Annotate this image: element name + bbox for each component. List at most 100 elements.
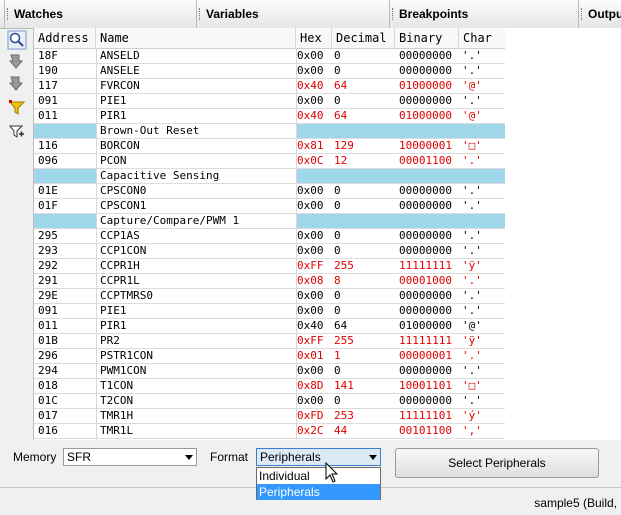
magnifier-icon[interactable] xyxy=(7,30,27,50)
table-row[interactable]: 096 PCON 0x0C 12 00001100 '.' xyxy=(34,154,506,169)
cell-char: ',' xyxy=(462,424,482,437)
cell-name: ANSELD xyxy=(100,49,140,62)
cell-hex: 0x00 xyxy=(297,394,324,407)
table-row[interactable]: 091 PIE1 0x00 0 00000000 '.' xyxy=(34,94,506,109)
group-header-row[interactable]: Capture/Compare/PWM 1 xyxy=(34,214,506,229)
cell-address: 017 xyxy=(38,409,58,422)
cell-name: PSTR1CON xyxy=(100,349,153,362)
cell-char: 'ý' xyxy=(462,409,482,422)
tab-output[interactable]: Outpu xyxy=(578,0,621,28)
table-row[interactable]: 295 CCP1AS 0x00 0 00000000 '.' xyxy=(34,229,506,244)
memory-select[interactable]: SFR xyxy=(63,448,197,466)
cell-char: '□' xyxy=(462,139,482,152)
format-select[interactable]: Peripherals xyxy=(256,448,381,466)
cell-decimal: 0 xyxy=(334,304,341,317)
cell-binary: 00000001 xyxy=(399,349,452,362)
cell-char: '.' xyxy=(462,49,482,62)
cell-binary: 00000000 xyxy=(399,289,452,302)
cell-address: 011 xyxy=(38,319,58,332)
table-row[interactable]: 091 PIE1 0x00 0 00000000 '.' xyxy=(34,304,506,319)
table-row[interactable]: 293 CCP1CON 0x00 0 00000000 '.' xyxy=(34,244,506,259)
cell-address: 291 xyxy=(38,274,58,287)
cell-name: PCON xyxy=(100,154,127,167)
cell-decimal: 141 xyxy=(334,379,354,392)
cell-decimal: 0 xyxy=(334,49,341,62)
mouse-cursor-icon xyxy=(325,461,339,487)
table-row[interactable]: 01F CPSCON1 0x00 0 00000000 '.' xyxy=(34,199,506,214)
tab-label: Breakpoints xyxy=(399,7,469,21)
step-down-alt-icon[interactable] xyxy=(7,74,27,94)
table-row[interactable]: 117 FVRCON 0x40 64 01000000 '@' xyxy=(34,79,506,94)
table-row[interactable]: 017 TMR1H 0xFD 253 11111101 'ý' xyxy=(34,409,506,424)
filter-icon[interactable] xyxy=(7,98,27,118)
group-name: Capacitive Sensing xyxy=(100,169,220,182)
column-char[interactable]: Char xyxy=(459,28,506,48)
cell-binary: 00000000 xyxy=(399,244,452,257)
format-option-individual[interactable]: Individual xyxy=(257,468,380,484)
group-header-row[interactable]: Capacitive Sensing xyxy=(34,169,506,184)
tab-label: Outpu xyxy=(588,7,621,21)
cell-hex: 0x40 xyxy=(297,319,324,332)
table-row[interactable]: 296 PSTR1CON 0x01 1 00000001 '.' xyxy=(34,349,506,364)
cell-address: 096 xyxy=(38,154,58,167)
table-row[interactable]: 294 PWM1CON 0x00 0 00000000 '.' xyxy=(34,364,506,379)
group-header-row[interactable]: Brown-Out Reset xyxy=(34,124,506,139)
table-row[interactable]: 011 PIR1 0x40 64 01000000 '@' xyxy=(34,319,506,334)
table-row[interactable]: 292 CCPR1H 0xFF 255 11111111 'ÿ' xyxy=(34,259,506,274)
table-row[interactable]: 116 BORCON 0x81 129 10000001 '□' xyxy=(34,139,506,154)
group-name: Capture/Compare/PWM 1 xyxy=(100,214,240,227)
cell-binary: 00000000 xyxy=(399,364,452,377)
table-row[interactable]: 01B PR2 0xFF 255 11111111 'ÿ' xyxy=(34,334,506,349)
table-row[interactable]: 011 PIR1 0x40 64 01000000 '@' xyxy=(34,109,506,124)
column-decimal[interactable]: Decimal xyxy=(332,28,395,48)
tab-bar: Watches Variables Breakpoints Outpu xyxy=(0,0,621,29)
cell-char: '.' xyxy=(462,154,482,167)
cell-hex: 0x8D xyxy=(297,379,324,392)
cell-address: 29E xyxy=(38,289,58,302)
filter-edit-icon[interactable] xyxy=(7,122,27,142)
column-divider xyxy=(96,48,97,440)
table-row[interactable]: 29E CCPTMRS0 0x00 0 00000000 '.' xyxy=(34,289,506,304)
cell-char: '.' xyxy=(462,364,482,377)
cell-decimal: 255 xyxy=(334,334,354,347)
cell-char: '.' xyxy=(462,199,482,212)
cell-name: CCPR1L xyxy=(100,274,140,287)
cell-name: ANSELE xyxy=(100,64,140,77)
table-row[interactable]: 018 T1CON 0x8D 141 10001101 '□' xyxy=(34,379,506,394)
format-label: Format xyxy=(210,450,249,464)
cell-name: T2CON xyxy=(100,394,134,407)
cell-hex: 0xFD xyxy=(297,409,324,422)
table-row[interactable]: 016 TMR1L 0x2C 44 00101100 ',' xyxy=(34,424,506,439)
column-name[interactable]: Name xyxy=(96,28,296,48)
select-peripherals-button[interactable]: Select Peripherals xyxy=(395,448,599,478)
cell-char: '.' xyxy=(462,64,482,77)
side-toolbar xyxy=(6,28,30,438)
table-row[interactable]: 18F ANSELD 0x00 0 00000000 '.' xyxy=(34,49,506,64)
cell-address: 296 xyxy=(38,349,58,362)
cell-address: 018 xyxy=(38,379,58,392)
grip-icon xyxy=(581,8,585,20)
cell-hex: 0x01 xyxy=(297,349,324,362)
table-row[interactable]: 01C T2CON 0x00 0 00000000 '.' xyxy=(34,394,506,409)
cell-address: 011 xyxy=(38,109,58,122)
tab-variables[interactable]: Variables xyxy=(196,0,389,28)
empty-area xyxy=(505,28,621,440)
column-binary[interactable]: Binary xyxy=(395,28,459,48)
cell-binary: 00000000 xyxy=(399,304,452,317)
cell-decimal: 0 xyxy=(334,64,341,77)
column-address[interactable]: Address xyxy=(34,28,96,48)
cell-address: 091 xyxy=(38,304,58,317)
table-row[interactable]: 291 CCPR1L 0x08 8 00001000 '.' xyxy=(34,274,506,289)
table-row[interactable]: 190 ANSELE 0x00 0 00000000 '.' xyxy=(34,64,506,79)
cell-address: 01B xyxy=(38,334,58,347)
step-down-icon[interactable] xyxy=(7,52,27,72)
cell-address: 01F xyxy=(38,199,58,212)
cell-binary: 00000000 xyxy=(399,49,452,62)
tab-breakpoints[interactable]: Breakpoints xyxy=(389,0,578,28)
cell-char: '@' xyxy=(462,79,482,92)
column-hex[interactable]: Hex xyxy=(296,28,332,48)
table-row[interactable]: 01E CPSCON0 0x00 0 00000000 '.' xyxy=(34,184,506,199)
cell-decimal: 129 xyxy=(334,139,354,152)
format-option-peripherals[interactable]: Peripherals xyxy=(257,484,380,500)
tab-watches[interactable]: Watches xyxy=(4,0,196,28)
